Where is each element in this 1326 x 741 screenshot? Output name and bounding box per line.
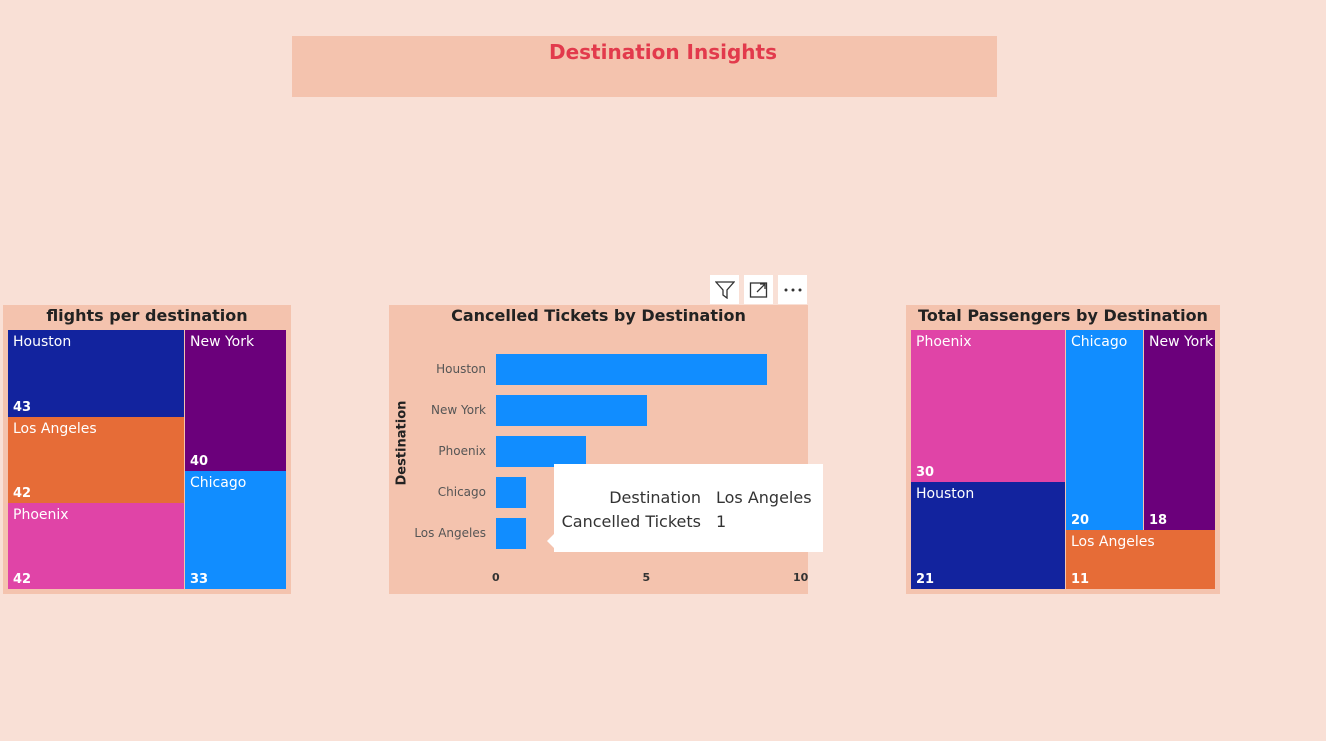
x-tick-label: 0 — [492, 571, 500, 584]
flights-treemap-title: flights per destination — [46, 306, 248, 325]
treemap-cell-new-york[interactable]: New York 18 — [1144, 330, 1215, 530]
treemap-cell-houston[interactable]: Houston 43 — [8, 330, 184, 417]
treemap-cell-value: 42 — [13, 486, 32, 501]
tooltip-label-cancelled-tickets: Cancelled Tickets — [561, 512, 701, 531]
treemap-cell-label: Chicago — [190, 475, 247, 491]
cancelled-tickets-title: Cancelled Tickets by Destination — [451, 306, 746, 325]
more-options-icon[interactable] — [778, 275, 807, 304]
treemap-cell-label: Phoenix — [13, 507, 69, 523]
treemap-cell-label: Houston — [916, 486, 975, 502]
treemap-cell-label: New York — [190, 334, 255, 350]
treemap-cell-los-angeles[interactable]: Los Angeles 11 — [1066, 530, 1215, 589]
treemap-cell-label: Phoenix — [916, 334, 972, 350]
treemap-cell-new-york[interactable]: New York 40 — [185, 330, 286, 471]
treemap-cell-value: 18 — [1149, 513, 1168, 528]
bar-chicago[interactable] — [496, 477, 527, 508]
filter-icon[interactable] — [710, 275, 739, 304]
treemap-cell-value: 40 — [190, 454, 209, 469]
bar-phoenix[interactable] — [496, 436, 587, 467]
y-tick-label: Phoenix — [438, 444, 486, 458]
treemap-cell-value: 42 — [13, 572, 32, 587]
treemap-cell-value: 33 — [190, 572, 209, 587]
treemap-cell-label: Chicago — [1071, 334, 1128, 350]
y-tick-label: New York — [431, 403, 486, 417]
passengers-treemap-title: Total Passengers by Destination — [918, 306, 1208, 325]
bar-houston[interactable] — [496, 354, 767, 385]
report-title: Destination Insights — [548, 40, 778, 64]
treemap-cell-phoenix[interactable]: Phoenix 30 — [911, 330, 1065, 482]
tooltip-value-cancelled-tickets: 1 — [716, 512, 727, 531]
treemap-cell-value: 30 — [916, 465, 935, 480]
treemap-cell-chicago[interactable]: Chicago 33 — [185, 471, 286, 589]
treemap-cell-houston[interactable]: Houston 21 — [911, 482, 1065, 589]
focus-mode-icon[interactable] — [744, 275, 773, 304]
x-tick-label: 10 — [793, 571, 809, 584]
treemap-cell-label: Houston — [13, 334, 72, 350]
treemap-cell-label: Los Angeles — [13, 421, 97, 437]
bar-new-york[interactable] — [496, 395, 647, 426]
treemap-cell-value: 20 — [1071, 513, 1090, 528]
treemap-cell-phoenix[interactable]: Phoenix 42 — [8, 503, 184, 589]
x-tick-label: 5 — [642, 571, 651, 584]
treemap-cell-value: 43 — [13, 400, 32, 415]
y-tick-label: Los Angeles — [414, 526, 486, 540]
tooltip-label-destination: Destination — [609, 488, 701, 507]
y-tick-label: Chicago — [437, 485, 486, 499]
treemap-cell-value: 21 — [916, 572, 935, 587]
treemap-cell-value: 11 — [1071, 572, 1090, 587]
flights-treemap-panel: flights per destination Houston 43 New Yor… — [3, 305, 291, 594]
y-tick-label: Houston — [436, 362, 486, 376]
visual-header-toolbar — [710, 275, 807, 304]
bar-los-angeles[interactable] — [496, 518, 527, 549]
treemap-cell-label: Los Angeles — [1071, 534, 1155, 550]
treemap-cell-los-angeles[interactable]: Los Angeles 42 — [8, 417, 184, 503]
tooltip-value-destination: Los Angeles — [716, 488, 812, 507]
treemap-cell-chicago[interactable]: Chicago 20 — [1066, 330, 1143, 530]
treemap-cell-label: New York — [1149, 334, 1214, 350]
passengers-treemap-panel: Total Passengers by Destination Phoenix 3… — [906, 305, 1220, 594]
chart-tooltip: Destination Los Angeles Cancelled Ticket… — [547, 464, 823, 552]
